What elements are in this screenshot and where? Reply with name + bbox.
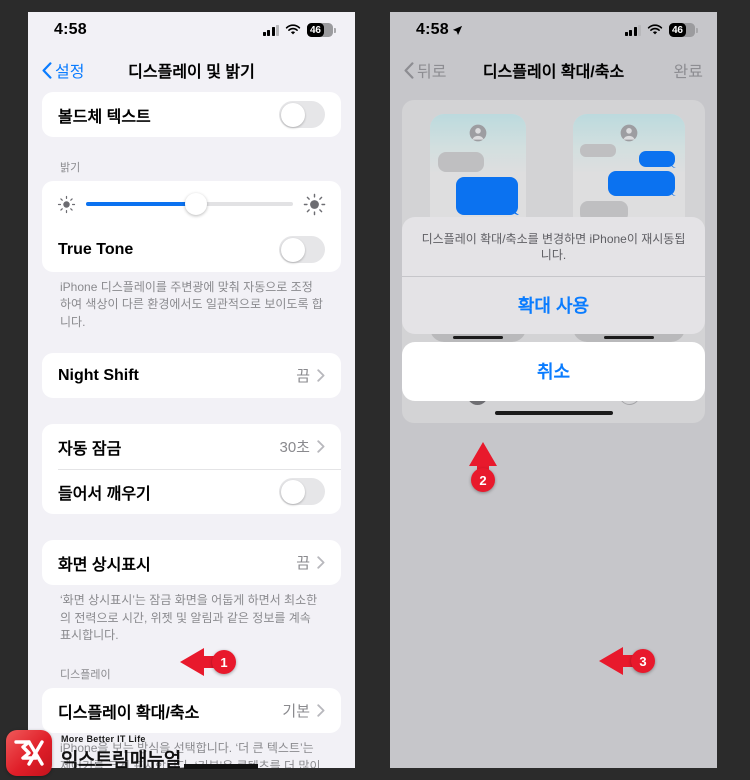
watermark-tagline: More Better IT Life [61, 734, 146, 744]
true-tone-toggle[interactable] [279, 236, 325, 263]
chevron-right-icon [317, 369, 325, 382]
watermark-brand-1: 익스트림 [61, 750, 129, 771]
group-auto-lock: 자동 잠금 30초 들어서 깨우기 [42, 424, 341, 515]
chevron-right-icon [317, 704, 325, 718]
status-time: 4:58 [54, 21, 87, 38]
back-to-settings-button[interactable]: 설정 [42, 58, 84, 82]
status-bar-left: 4:58 46 [28, 12, 355, 48]
night-shift-value: 끔 [296, 368, 310, 386]
brightness-section-header: 밝기 [60, 162, 81, 174]
bubble-tail-icon [509, 204, 519, 215]
status-indicators: 46 [262, 23, 336, 37]
done-button[interactable]: 완료 [674, 58, 703, 82]
phone-panel-display-zoom: 4:58 46 뒤로 디스플레이 확대/축소 완료 디스플레이 확대/축소를 변… [390, 12, 717, 768]
group-night-shift: Night Shift 끔 [42, 353, 341, 399]
back-label-right: 뒤로 [417, 64, 447, 81]
brightness-low-icon [57, 195, 76, 213]
brightness-slider-row[interactable] [42, 181, 341, 227]
status-time-right: 4:58 [416, 21, 463, 39]
chevron-right-icon [317, 556, 325, 569]
action-sheet-block: 디스플레이 확대/축소를 변경하면 iPhone이 재시동됩니다. 확대 사용 [402, 216, 705, 334]
watermark-rule [183, 764, 258, 769]
night-shift-label: Night Shift [58, 366, 139, 384]
chevron-left-icon [404, 61, 414, 79]
row-raise-to-wake[interactable]: 들어서 깨우기 [42, 469, 341, 514]
annotation-badge-2: 2 [471, 468, 495, 492]
contact-avatar-icon [469, 124, 487, 142]
location-arrow-icon [452, 25, 462, 35]
back-label: 설정 [55, 64, 85, 81]
row-display-zoom[interactable]: 디스플레이 확대/축소 기본 [42, 688, 341, 733]
chevron-left-icon [42, 61, 52, 79]
display-zoom-label: 디스플레이 확대/축소 [58, 704, 200, 722]
row-auto-lock[interactable]: 자동 잠금 30초 [42, 424, 341, 469]
annotation-badge-1: 1 [212, 650, 236, 674]
battery-icon: 46 [669, 23, 698, 37]
cellular-signal-icon [262, 24, 279, 36]
wifi-icon [647, 24, 663, 35]
watermark-brand-2: 매뉴얼 [129, 750, 181, 771]
auto-lock-label: 자동 잠금 [58, 440, 122, 458]
brightness-track[interactable] [86, 193, 293, 215]
back-button[interactable]: 뒤로 [404, 58, 446, 82]
row-night-shift[interactable]: Night Shift 끔 [42, 353, 341, 398]
watermark-brand: 익스트림 매뉴얼 [61, 745, 258, 772]
battery-percent: 46 [310, 24, 321, 36]
always-on-value: 끔 [296, 555, 310, 573]
display-zoom-content: 더 큰 텍스트 [390, 100, 717, 423]
raise-to-wake-toggle[interactable] [279, 478, 325, 506]
confirm-action-sheet: 디스플레이 확대/축소를 변경하면 iPhone이 재시동됩니다. 확대 사용 … [402, 216, 705, 423]
use-zoomed-button[interactable]: 확대 사용 [402, 276, 705, 334]
row-bold-text[interactable]: 볼드체 텍스트 [42, 92, 341, 137]
nav-bar-left: 설정 디스플레이 및 밝기 [28, 48, 355, 92]
wifi-icon [285, 24, 301, 35]
watermark-text: More Better IT Life 익스트림 매뉴얼 [61, 734, 258, 772]
group-brightness: True Tone [42, 181, 341, 272]
always-on-label: 화면 상시표시 [58, 556, 151, 574]
action-sheet-message: 디스플레이 확대/축소를 변경하면 iPhone이 재시동됩니다. [421, 231, 686, 262]
bubble-tail-icon [669, 160, 677, 168]
auto-lock-value: 30초 [279, 439, 311, 457]
status-bar-right: 4:58 46 [390, 12, 717, 48]
group-bold-text: 볼드체 텍스트 [42, 92, 341, 137]
annotation-badge-3: 3 [631, 649, 655, 673]
bubble-tail-icon [669, 188, 677, 196]
ex-logo-icon [6, 730, 52, 776]
screenshot-stage: 4:58 46 설정 디스플레이 및 밝기 볼드체 텍스트 밝기 True To… [0, 0, 750, 780]
true-tone-note: iPhone 디스플레이를 주변광에 맞춰 자동으로 조정하여 색상이 다른 환… [60, 280, 323, 329]
status-indicators-right: 46 [624, 23, 698, 37]
row-always-on-display[interactable]: 화면 상시표시 끔 [42, 540, 341, 585]
home-indicator [494, 411, 613, 415]
battery-percent-right: 46 [672, 24, 683, 36]
row-true-tone[interactable]: True Tone [42, 227, 341, 272]
true-tone-label: True Tone [58, 240, 134, 258]
battery-icon: 46 [307, 23, 336, 37]
bold-text-toggle[interactable] [279, 101, 325, 128]
contact-avatar-icon [620, 124, 638, 142]
group-always-on: 화면 상시표시 끔 [42, 540, 341, 586]
raise-to-wake-label: 들어서 깨우기 [58, 485, 151, 503]
watermark: More Better IT Life 익스트림 매뉴얼 [6, 730, 258, 776]
cellular-signal-icon [624, 24, 641, 36]
cancel-button[interactable]: 취소 [402, 342, 705, 401]
group-display-zoom: 디스플레이 확대/축소 기본 [42, 688, 341, 734]
ex-mark-icon [14, 740, 44, 766]
nav-bar-right: 뒤로 디스플레이 확대/축소 완료 [390, 48, 717, 92]
bold-text-label: 볼드체 텍스트 [58, 108, 151, 126]
brightness-high-icon [303, 193, 326, 215]
chevron-right-icon [317, 440, 325, 453]
always-on-note: ‘화면 상시표시’는 잠금 화면을 어둡게 하면서 최소한의 전력으로 시간, … [60, 593, 318, 642]
display-zoom-value: 기본 [282, 703, 310, 721]
